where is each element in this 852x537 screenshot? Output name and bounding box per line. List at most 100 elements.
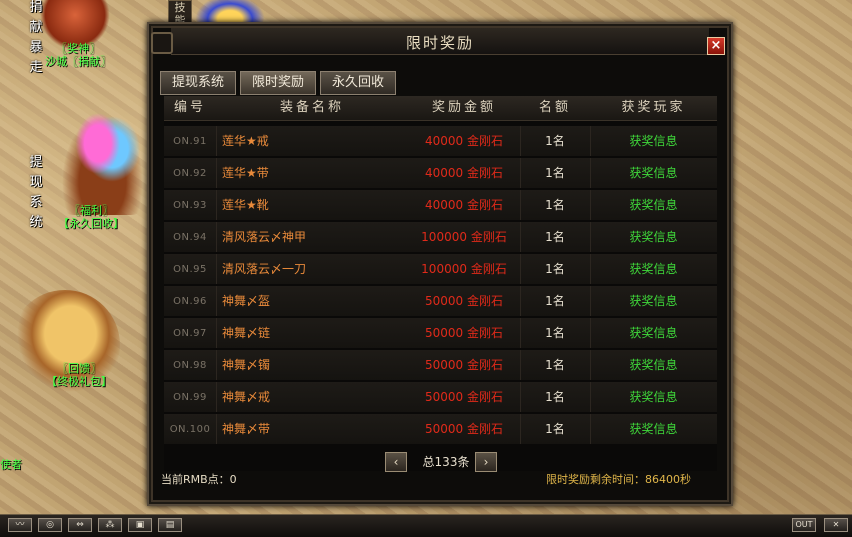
column-divider	[520, 382, 521, 412]
reward-amount: 50000 金刚石	[408, 382, 520, 413]
col-header-amount: 奖励金额	[431, 100, 496, 115]
equipment-name: 神舞〆戒	[222, 390, 271, 404]
winner-info-link[interactable]: 获奖信息	[590, 190, 717, 221]
table-header: 编号 装备名称 奖励金额 名额 获奖玩家	[164, 96, 717, 121]
tab-withdraw-system[interactable]: 提现系统	[160, 71, 236, 95]
equipment-name: 神舞〆盔	[222, 294, 271, 308]
row-number: ON.97	[173, 328, 207, 339]
winner-info-link[interactable]: 获奖信息	[590, 350, 717, 381]
table-row: ON.91 莲华★戒 40000 金刚石 1名 获奖信息	[164, 126, 717, 157]
donation-label-char-2: 献	[29, 20, 43, 35]
welfare-tag[interactable]: 〖福利〗 【永久回收】	[58, 204, 124, 230]
hotbar-button-6[interactable]: ▤	[158, 518, 182, 532]
row-number: ON.96	[173, 296, 207, 307]
close-button[interactable]: ×	[707, 37, 725, 55]
reward-amount-unit: 金刚石	[470, 230, 507, 244]
exit-button[interactable]: ✕	[824, 518, 848, 532]
column-divider	[216, 286, 217, 316]
reward-amount-value: 50000	[424, 358, 464, 372]
hotbar: 〰 ◎ ⇔ ⁂ ▣ ▤ OUT ✕	[0, 514, 852, 537]
envoy-tag[interactable]: 使者	[0, 458, 22, 471]
logout-button[interactable]: OUT	[792, 518, 816, 532]
table-row: ON.100 神舞〆带 50000 金刚石 1名 获奖信息	[164, 414, 717, 445]
reward-amount-value: 50000	[424, 294, 464, 308]
reward-amount-value: 40000	[424, 198, 464, 212]
column-divider	[590, 222, 591, 252]
row-number: ON.95	[173, 264, 207, 275]
row-number: ON.93	[173, 200, 207, 211]
quota: 1名	[545, 198, 565, 212]
hotbar-button-2[interactable]: ◎	[38, 518, 62, 532]
quota: 1名	[545, 230, 565, 244]
equipment-name: 清风落云〆神甲	[222, 230, 307, 244]
skill-tab-char-1: 技	[174, 1, 186, 14]
donation-rampage-label[interactable]: 捐 献 暴 走	[28, 0, 44, 78]
column-divider	[216, 414, 217, 444]
column-divider	[520, 254, 521, 284]
reward-amount: 50000 金刚石	[408, 350, 520, 381]
table-row: ON.96 神舞〆盔 50000 金刚石 1名 获奖信息	[164, 286, 717, 317]
table-row: ON.98 神舞〆镯 50000 金刚石 1名 获奖信息	[164, 350, 717, 381]
prev-page-button[interactable]: ‹	[385, 452, 407, 472]
final-gift-line-2: 【终极礼包】	[46, 375, 112, 388]
hotbar-button-5[interactable]: ▣	[128, 518, 152, 532]
winner-info-link[interactable]: 获奖信息	[590, 254, 717, 285]
reward-amount-unit: 金刚石	[470, 262, 507, 276]
column-divider	[520, 222, 521, 252]
column-divider	[216, 158, 217, 188]
castle-donation-tag[interactable]: 〖奖神〗 沙城〖捐献〗	[45, 42, 111, 68]
reward-table: 编号 装备名称 奖励金额 名额 获奖玩家 ON.91 莲华★戒 40000 金刚石 1…	[164, 96, 717, 471]
castle-tag-line-2: 沙城〖捐献〗	[45, 55, 111, 68]
withdraw-char-3: 系	[29, 195, 43, 210]
donation-label-char-4: 走	[29, 60, 43, 75]
winner-info-link[interactable]: 获奖信息	[590, 286, 717, 317]
winner-info-link[interactable]: 获奖信息	[590, 382, 717, 413]
crystal-npc[interactable]	[55, 105, 150, 215]
reward-amount-unit: 金刚石	[467, 390, 504, 404]
column-divider	[590, 414, 591, 444]
withdraw-char-4: 统	[29, 215, 43, 230]
column-divider	[590, 158, 591, 188]
tab-limited-reward[interactable]: 限时奖励	[240, 71, 316, 95]
reward-amount: 50000 金刚石	[408, 286, 520, 317]
col-header-count: 名额	[538, 100, 571, 115]
tab-permanent-recycle[interactable]: 永久回收	[320, 71, 396, 95]
reward-amount: 100000 金刚石	[408, 222, 520, 253]
column-divider	[216, 382, 217, 412]
equipment-name: 莲华★带	[222, 166, 269, 180]
column-divider	[590, 382, 591, 412]
reward-amount-value: 100000	[421, 230, 467, 244]
reward-amount-value: 50000	[424, 390, 464, 404]
final-gift-tag[interactable]: 〖回馈〗 【终极礼包】	[46, 362, 112, 388]
winner-info-link[interactable]: 获奖信息	[590, 222, 717, 253]
winner-info-link[interactable]: 获奖信息	[590, 126, 717, 157]
reward-amount-unit: 金刚石	[467, 358, 504, 372]
winner-info-link[interactable]: 获奖信息	[590, 318, 717, 349]
winner-info-link[interactable]: 获奖信息	[590, 158, 717, 189]
quota: 1名	[545, 326, 565, 340]
column-divider	[520, 286, 521, 316]
column-divider	[520, 126, 521, 156]
withdraw-system-label[interactable]: 提 现 系 统	[28, 153, 44, 233]
reward-amount-unit: 金刚石	[467, 422, 504, 436]
reward-amount: 50000 金刚石	[408, 414, 520, 445]
winner-info-link[interactable]: 获奖信息	[590, 414, 717, 445]
donation-label-char-3: 暴	[29, 40, 43, 55]
donation-label-char-1: 捐	[29, 0, 43, 15]
table-row: ON.93 莲华★靴 40000 金刚石 1名 获奖信息	[164, 190, 717, 221]
next-page-button[interactable]: ›	[475, 452, 497, 472]
table-row: ON.92 莲华★带 40000 金刚石 1名 获奖信息	[164, 158, 717, 189]
quota: 1名	[545, 422, 565, 436]
row-number: ON.98	[173, 360, 207, 371]
corner-ornament-left	[151, 32, 173, 54]
title-bar[interactable]: 限时奖励	[171, 28, 709, 55]
reward-amount-unit: 金刚石	[467, 294, 504, 308]
castle-tag-line-1: 〖奖神〗	[56, 42, 100, 55]
table-row: ON.95 清风落云〆一刀 100000 金刚石 1名 获奖信息	[164, 254, 717, 285]
hotbar-button-1[interactable]: 〰	[8, 518, 32, 532]
quota: 1名	[545, 390, 565, 404]
hotbar-button-3[interactable]: ⇔	[68, 518, 92, 532]
row-number: ON.99	[173, 392, 207, 403]
row-number: ON.92	[173, 168, 207, 179]
hotbar-button-4[interactable]: ⁂	[98, 518, 122, 532]
